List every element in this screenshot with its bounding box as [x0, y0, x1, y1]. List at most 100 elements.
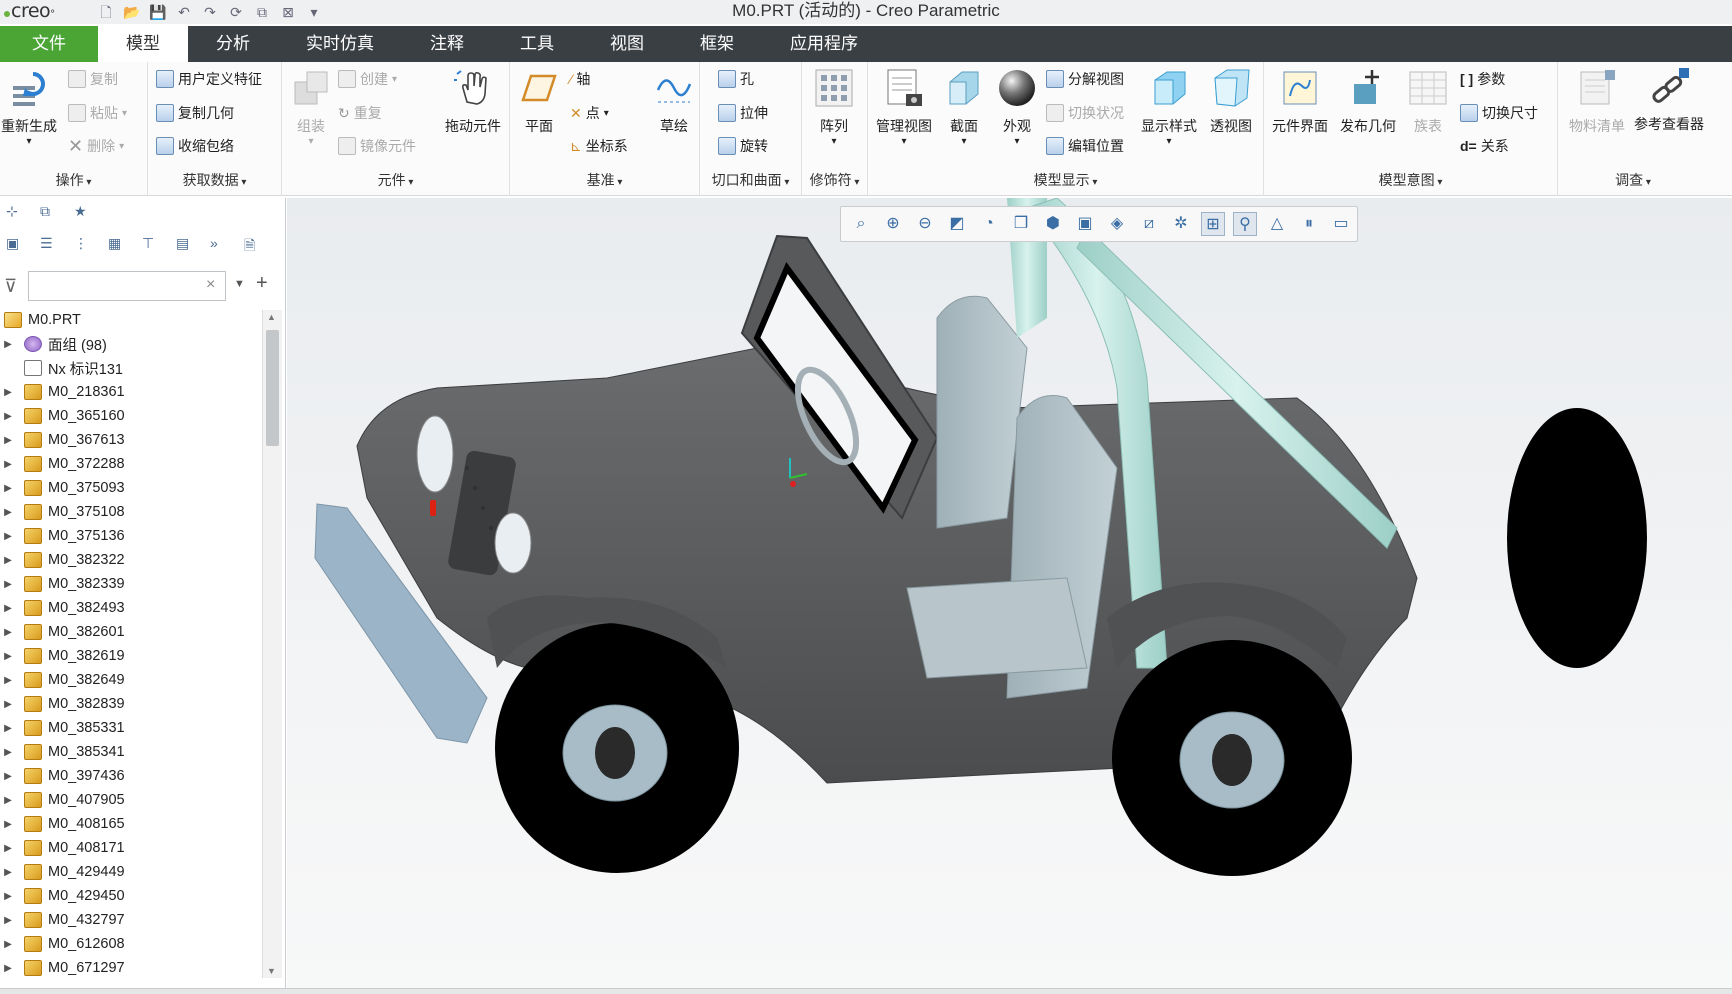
component-interface-button[interactable]: 元件界面 [1268, 68, 1332, 136]
group-title-datum[interactable]: 基准 [510, 170, 699, 190]
tree-root[interactable]: M0.PRT [0, 308, 262, 332]
display-style-icon[interactable]: ⬢ [1041, 212, 1065, 236]
relations-button[interactable]: d= 关系 [1460, 135, 1509, 157]
extrude-button[interactable]: 拉伸 [718, 102, 768, 124]
tab-framework[interactable]: 框架 [672, 26, 762, 62]
zoom-out-icon[interactable]: ⊖ [913, 212, 937, 236]
favorites-tab-icon[interactable]: ★ [74, 203, 94, 223]
group-title-modifier[interactable]: 修饰符 [802, 170, 867, 190]
paste-button[interactable]: 粘贴 ▾ [68, 102, 127, 124]
expand-icon[interactable]: ▶ [0, 963, 16, 974]
revolve-button[interactable]: 旋转 [718, 135, 768, 157]
expand-icon[interactable]: ▶ [0, 387, 16, 398]
tab-applications[interactable]: 应用程序 [762, 26, 886, 62]
regenerate-button[interactable]: 重新生成 ▾ [0, 68, 58, 147]
toggle-status-button[interactable]: 切换状况 [1046, 102, 1124, 124]
plane-button[interactable]: 平面 [514, 68, 564, 136]
copy-button[interactable]: 复制 [68, 68, 118, 90]
csys-button[interactable]: ⊾ 坐标系 [570, 135, 628, 157]
create-button[interactable]: 创建 ▾ [338, 68, 397, 90]
expand-icon[interactable]: ▶ [0, 651, 16, 662]
tree-search-input[interactable] [28, 271, 226, 301]
shrinkwrap-button[interactable]: 收缩包络 [156, 135, 234, 157]
point-button[interactable]: ✕ 点 ▾ [570, 102, 609, 124]
tree-item[interactable]: ▶ M0_382601 [0, 620, 262, 644]
group-title-investigate[interactable]: 调查 [1558, 170, 1708, 190]
tree-item[interactable]: ▶ M0_385341 [0, 740, 262, 764]
perspective-view-icon[interactable]: ◈ [1105, 212, 1129, 236]
appearance-button[interactable]: 外观 ▾ [992, 68, 1042, 147]
datum-display-icon[interactable]: ✲ [1169, 212, 1193, 236]
tree-item[interactable]: ▶ M0_385331 [0, 716, 262, 740]
axis-button[interactable]: ⁄ 轴 [570, 68, 590, 90]
tree-item[interactable]: ▶ M0_382619 [0, 644, 262, 668]
expand-icon[interactable]: ▶ [0, 627, 16, 638]
parameters-button[interactable]: [ ] 参数 [1460, 68, 1505, 90]
drag-component-button[interactable]: 拖动元件 [438, 68, 508, 136]
tree-item[interactable]: ▶ M0_382493 [0, 596, 262, 620]
manage-views-button[interactable]: 管理视图 ▾ [872, 68, 936, 147]
tree-item[interactable]: ▶ M0_382322 [0, 548, 262, 572]
expand-icon[interactable]: ▶ [0, 579, 16, 590]
tab-annotate[interactable]: 注释 [402, 26, 492, 62]
assemble-button[interactable]: 组装 ▾ [286, 68, 336, 147]
expand-icon[interactable]: ▶ [0, 795, 16, 806]
expand-icon[interactable]: ▶ [0, 555, 16, 566]
tree-item[interactable]: ▶ M0_375136 [0, 524, 262, 548]
shade-icon[interactable]: △ [1265, 212, 1289, 236]
tree-item[interactable]: ▶ M0_612608 [0, 932, 262, 956]
expand-icon[interactable]: ▶ [0, 411, 16, 422]
tab-file[interactable]: 文件 [0, 26, 98, 62]
tree-item[interactable]: ▶ M0_367613 [0, 428, 262, 452]
tree-notes-icon[interactable]: 🗎 [244, 235, 264, 255]
expand-icon[interactable]: ▶ [0, 531, 16, 542]
tree-item[interactable]: ▶ M0_397436 [0, 764, 262, 788]
annotation-display-icon[interactable]: ⊞ [1201, 212, 1225, 236]
group-title-get-data[interactable]: 获取数据 [148, 170, 281, 190]
tab-analysis[interactable]: 分析 [188, 26, 278, 62]
tree-scrollbar[interactable]: ▲ ▼ [262, 310, 282, 978]
expand-icon[interactable]: ▶ [0, 915, 16, 926]
tree-item[interactable]: ▶ M0_382339 [0, 572, 262, 596]
group-title-component[interactable]: 元件 [282, 170, 509, 190]
expand-icon[interactable]: ▶ [0, 771, 16, 782]
view-manager-icon[interactable]: ▣ [1073, 212, 1097, 236]
expand-icon[interactable]: ▶ [0, 603, 16, 614]
tree-item[interactable]: ▶ M0_375093 [0, 476, 262, 500]
tab-tools[interactable]: 工具 [492, 26, 582, 62]
reorient-icon[interactable]: ◔ [977, 212, 1001, 236]
expand-icon[interactable]: ▶ [0, 723, 16, 734]
tree-list-icon[interactable]: ☰ [40, 235, 60, 255]
explode-view-button[interactable]: 分解视图 [1046, 68, 1124, 90]
model-tree-tab-icon[interactable]: ⊹ [6, 203, 26, 223]
group-title-cut-surface[interactable]: 切口和曲面 [700, 170, 801, 190]
tree-item[interactable]: Nx 标识131 [0, 356, 262, 380]
delete-button[interactable]: ✕ 删除 ▾ [68, 135, 124, 157]
tree-columns-icon[interactable]: ⋮ [74, 235, 94, 255]
tree-item[interactable]: ▶ M0_407905 [0, 788, 262, 812]
jeep-model-render[interactable] [287, 198, 1732, 988]
expand-icon[interactable]: ▶ [0, 819, 16, 830]
expand-icon[interactable]: ▶ [0, 891, 16, 902]
group-title-model-display[interactable]: 模型显示 [868, 170, 1263, 190]
repeat-button[interactable]: ↻ 重复 [338, 102, 382, 124]
pattern-button[interactable]: 阵列 ▾ [808, 68, 860, 147]
search-dropdown-icon[interactable]: ▼ [234, 278, 245, 290]
perspective-button[interactable]: 透视图 [1202, 68, 1260, 136]
add-icon[interactable]: + [256, 272, 268, 295]
expand-icon[interactable]: ▶ [0, 867, 16, 878]
tree-item[interactable]: ▶ M0_365160 [0, 404, 262, 428]
copy-geometry-button[interactable]: 复制几何 [156, 102, 234, 124]
saved-orientations-icon[interactable]: ❒ [1009, 212, 1033, 236]
tree-item[interactable]: ▶ 面组 (98) [0, 332, 262, 356]
model-tree-icon[interactable]: ▣ [6, 235, 26, 255]
edit-position-button[interactable]: 编辑位置 [1046, 135, 1124, 157]
mirror-component-button[interactable]: 镜像元件 [338, 135, 416, 157]
group-title-operations[interactable]: 操作 [0, 170, 147, 190]
expand-icon[interactable]: ▶ [0, 435, 16, 446]
tree-filter-icon[interactable]: ⊤ [142, 235, 162, 255]
tree-settings-icon[interactable]: ▦ [108, 235, 128, 255]
graphics-window[interactable] [287, 198, 1732, 988]
tree-item[interactable]: ▶ M0_382839 [0, 692, 262, 716]
tree-item[interactable]: ▶ M0_375108 [0, 500, 262, 524]
